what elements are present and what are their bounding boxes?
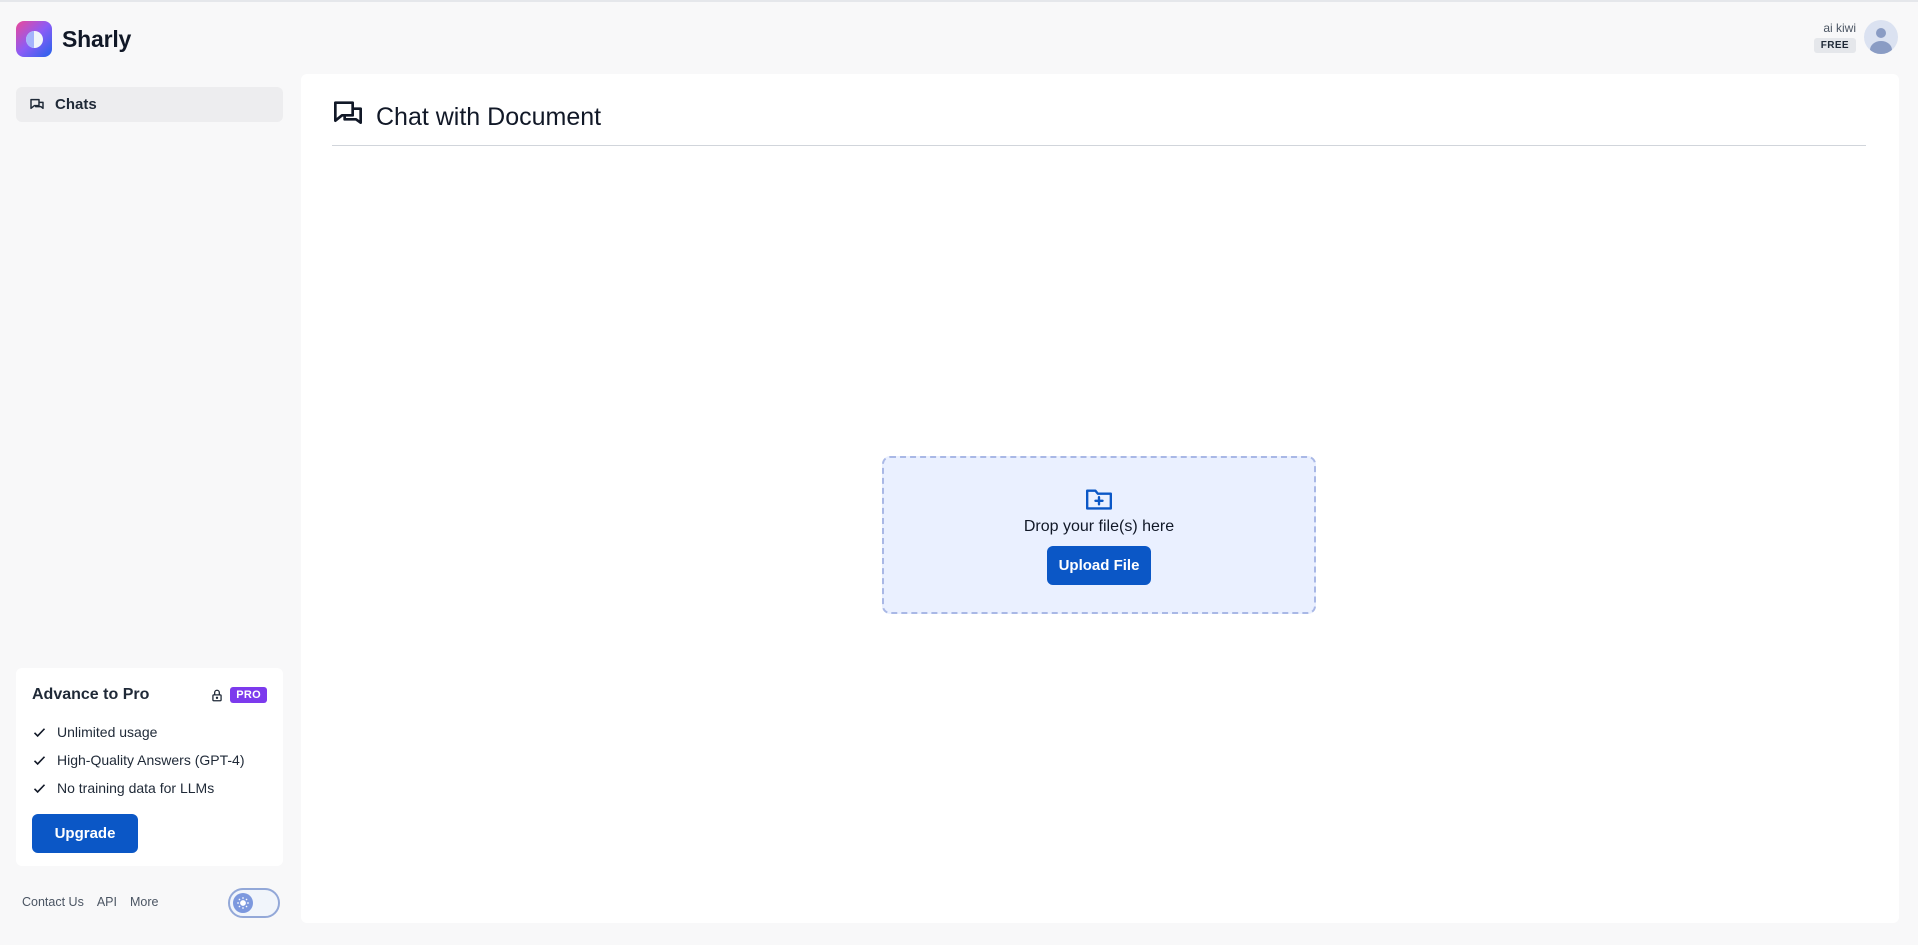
upgrade-button[interactable]: Upgrade [32, 814, 138, 853]
upload-file-button[interactable]: Upload File [1047, 546, 1151, 585]
sharly-logo-icon [16, 21, 52, 57]
app-name: Sharly [62, 25, 132, 52]
theme-toggle[interactable] [228, 888, 280, 918]
pro-upsell-card: Advance to Pro PRO Unlimited usage High-… [16, 668, 283, 866]
check-icon [33, 755, 46, 765]
page-title: Chat with Document [376, 103, 602, 131]
brand[interactable]: Sharly [16, 21, 131, 57]
feature-label: High-Quality Answers (GPT-4) [57, 752, 245, 768]
pro-card-title: Advance to Pro [32, 686, 150, 703]
main-panel: Chat with Document Drop your file(s) her… [301, 74, 1899, 923]
check-icon [33, 783, 46, 793]
feature-label: No training data for LLMs [57, 780, 215, 796]
feature-item: High-Quality Answers (GPT-4) [32, 746, 267, 774]
sidebar-footer: Contact Us API More [22, 895, 158, 909]
file-dropzone[interactable]: Drop your file(s) here Upload File [882, 456, 1316, 614]
api-link[interactable]: API [97, 895, 117, 909]
chat-bubbles-icon [334, 101, 362, 124]
user-name: ai kiwi [1823, 21, 1856, 35]
top-border [0, 0, 1918, 2]
sidebar-item-chats[interactable]: Chats [16, 87, 283, 122]
feature-item: Unlimited usage [32, 718, 267, 746]
check-icon [33, 727, 46, 737]
contact-us-link[interactable]: Contact Us [22, 895, 84, 909]
user-info: ai kiwi FREE [1813, 21, 1856, 53]
feature-item: No training data for LLMs [32, 774, 267, 802]
user-menu[interactable]: ai kiwi FREE [1813, 20, 1898, 54]
folder-plus-icon [1085, 489, 1112, 510]
feature-label: Unlimited usage [57, 724, 158, 740]
pro-badge: PRO [230, 687, 267, 703]
sidebar-item-label: Chats [55, 96, 97, 113]
sun-icon [237, 897, 249, 909]
chat-bubbles-icon [30, 98, 44, 109]
page-header: Chat with Document [332, 98, 1866, 146]
plan-badge: FREE [1813, 38, 1856, 53]
user-avatar-icon[interactable] [1864, 20, 1898, 54]
more-link[interactable]: More [130, 895, 158, 909]
lock-icon [212, 689, 222, 701]
dropzone-text: Drop your file(s) here [1023, 518, 1175, 535]
